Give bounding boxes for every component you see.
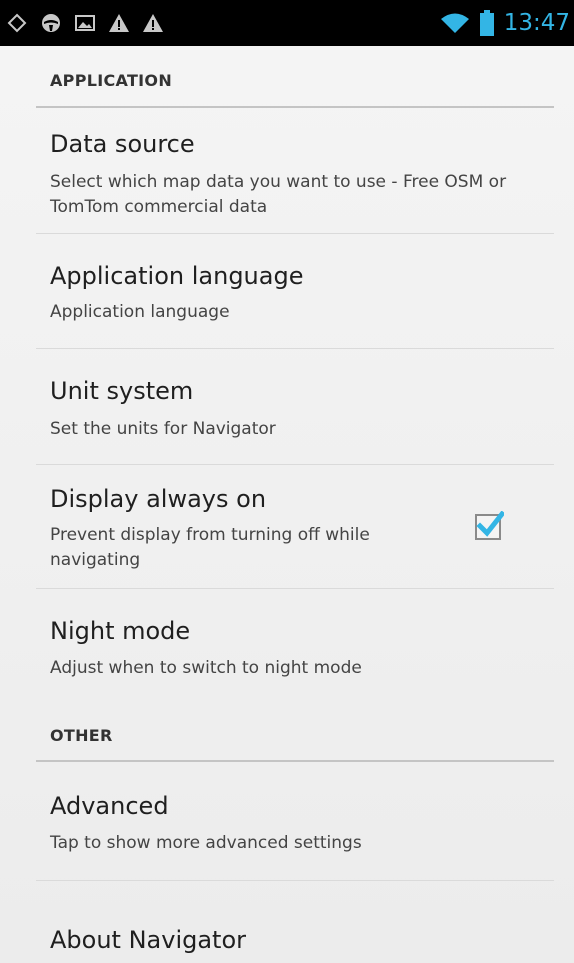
pref-summary: Select which map data you want to use - … [50, 172, 507, 217]
battery-icon [479, 10, 494, 36]
pref-title: Application language [50, 262, 304, 290]
pref-summary: Prevent display from turning off while n… [50, 525, 370, 570]
pref-title: About Navigator [50, 926, 247, 954]
pref-advanced[interactable]: Advanced Tap to show more advanced setti… [36, 762, 554, 881]
pref-title: Advanced [50, 792, 169, 820]
category-label: OTHER [50, 726, 113, 745]
category-label: APPLICATION [50, 71, 173, 90]
warning-icon [108, 12, 130, 34]
clock: 13:47 [503, 10, 570, 36]
pref-title: Night mode [50, 617, 191, 645]
pref-summary: Adjust when to switch to night mode [50, 658, 362, 678]
status-bar: 13:47 [0, 0, 574, 46]
settings-list: APPLICATION Data source Select which map… [0, 46, 574, 963]
pref-summary: Tap to show more advanced settings [50, 833, 362, 853]
app-notification-icon [40, 12, 62, 34]
pref-title: Data source [50, 130, 195, 158]
pref-night-mode[interactable]: Night mode Adjust when to switch to nigh… [36, 589, 554, 710]
display-always-on-checkbox[interactable] [474, 510, 506, 541]
pref-title: Unit system [50, 377, 194, 405]
pref-display-always-on[interactable]: Display always on Prevent display from t… [36, 465, 554, 589]
pref-about-navigator[interactable]: About Navigator [36, 881, 554, 963]
pref-summary: Set the units for Navigator [50, 419, 276, 439]
checkmark-icon [475, 510, 506, 540]
wifi-icon [440, 12, 470, 34]
pref-application-language[interactable]: Application language Application languag… [36, 234, 554, 349]
image-icon [74, 12, 96, 34]
category-other: OTHER [36, 701, 554, 762]
pref-title: Display always on [50, 485, 267, 513]
gps-icon [6, 12, 28, 34]
pref-summary: Application language [50, 302, 230, 322]
pref-unit-system[interactable]: Unit system Set the units for Navigator [36, 349, 554, 465]
system-icons: 13:47 [440, 0, 574, 46]
category-application: APPLICATION [36, 46, 554, 108]
pref-data-source[interactable]: Data source Select which map data you wa… [36, 108, 554, 234]
warning-icon [142, 12, 164, 34]
notification-icons [0, 12, 164, 34]
